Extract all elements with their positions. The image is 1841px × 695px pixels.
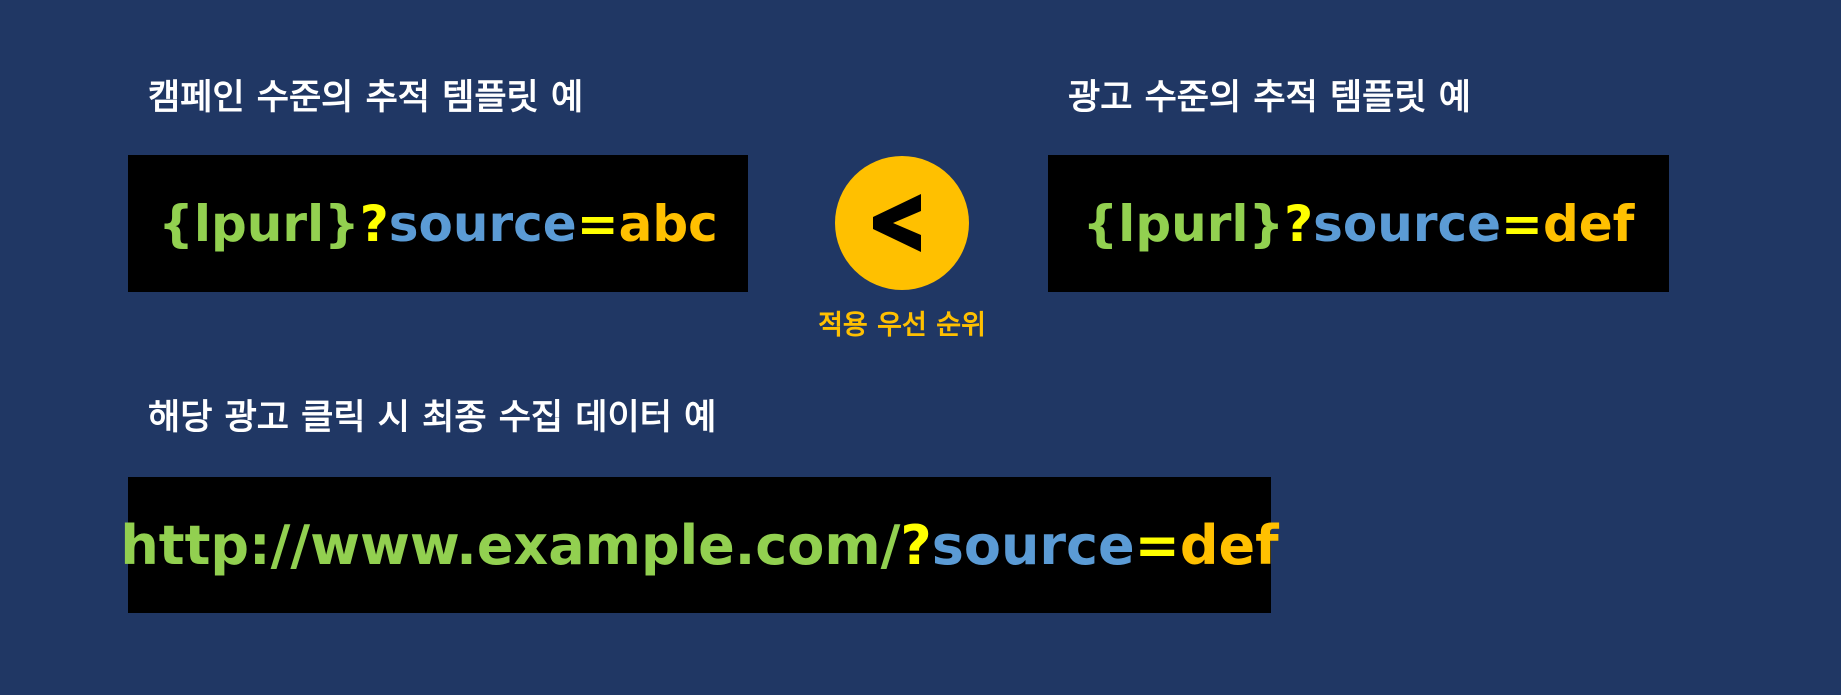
campaign-lpurl-text: {lpurl} <box>158 194 360 253</box>
ad-param-name: source <box>1313 194 1502 253</box>
campaign-equals-sign: = <box>576 194 619 253</box>
campaign-template-box: {lpurl}? source = abc <box>128 155 748 292</box>
priority-indicator <box>835 156 969 290</box>
campaign-template-title: 캠페인 수준의 추적 템플릿 예 <box>148 78 584 118</box>
ad-param-value: def <box>1542 194 1635 253</box>
ad-template-box: {lpurl}? source = def <box>1048 155 1669 292</box>
campaign-param-name: source <box>388 194 577 253</box>
final-url-box: http://www.example.com/? source = def <box>120 477 1279 613</box>
final-equals-sign: = <box>1134 513 1180 577</box>
less-than-icon <box>873 194 921 252</box>
final-data-title: 해당 광고 클릭 시 최종 수집 데이터 예 <box>148 398 717 438</box>
priority-caption: 적용 우선 순위 <box>818 310 986 341</box>
ad-template-title: 광고 수준의 추적 템플릿 예 <box>1068 78 1471 118</box>
ad-question-mark: ? <box>1284 194 1314 253</box>
campaign-question-mark: ? <box>359 194 389 253</box>
final-base-url: http://www.example.com/ <box>120 513 901 577</box>
ad-equals-sign: = <box>1501 194 1543 253</box>
final-question-mark: ? <box>900 513 932 577</box>
ad-lpurl-text: {lpurl} <box>1082 194 1285 253</box>
final-param-value: def <box>1179 513 1279 577</box>
campaign-param-value: abc <box>618 194 718 253</box>
final-param-name: source <box>931 513 1135 577</box>
